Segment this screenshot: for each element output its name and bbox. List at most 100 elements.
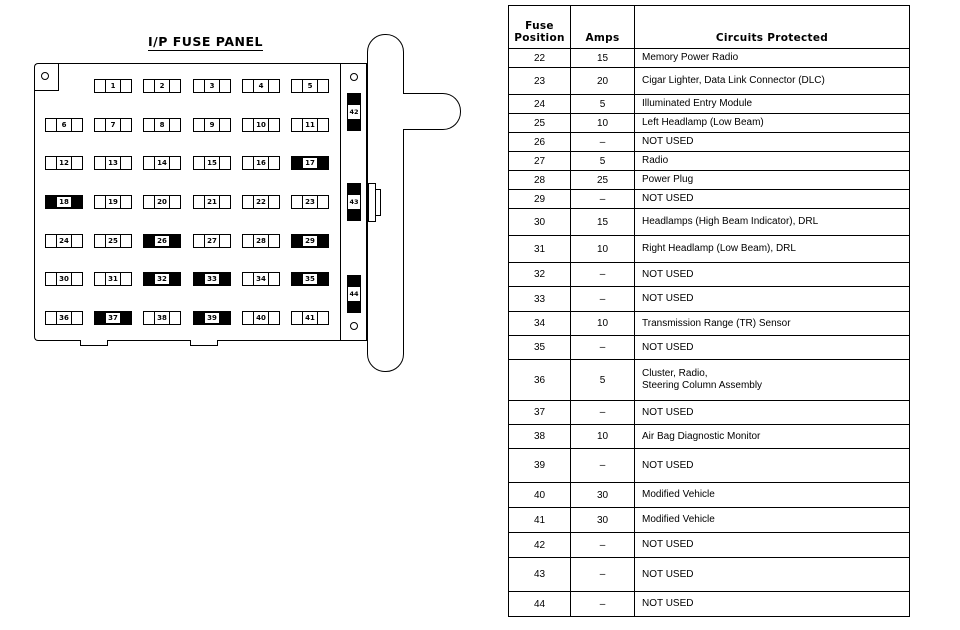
fuse-terminal (46, 157, 57, 169)
fuse-terminal (292, 157, 303, 169)
fuse-23[interactable]: 23 (291, 195, 329, 209)
fuse-28[interactable]: 28 (242, 234, 280, 248)
fuse-12[interactable]: 12 (45, 156, 83, 170)
fuse-terminal (317, 273, 328, 285)
fuse-43[interactable]: 43 (347, 183, 361, 221)
fuse-terminal (194, 157, 205, 169)
table-row: 28 25 Power Plug (508, 170, 910, 190)
fuse-42[interactable]: 42 (347, 93, 361, 131)
fuse-terminal (71, 157, 82, 169)
fuse-35[interactable]: 35 (291, 272, 329, 286)
fuse-label: 5 (307, 82, 313, 90)
fuse-terminal (144, 235, 155, 247)
fuse-terminal (317, 119, 328, 131)
fuse-label: 29 (303, 236, 317, 246)
circuits-cell: Power Plug (634, 170, 910, 190)
fuse-label: 22 (256, 198, 266, 206)
circuit-text: Cigar Lighter, Data Link Connector (DLC) (642, 75, 825, 86)
fuse-18[interactable]: 18 (45, 195, 83, 209)
fuse-10[interactable]: 10 (242, 118, 280, 132)
fuse-41[interactable]: 41 (291, 311, 329, 325)
panel-tab (190, 340, 218, 346)
fuse-position-cell: 30 (508, 208, 571, 236)
fuse-6[interactable]: 6 (45, 118, 83, 132)
fuse-label: 24 (59, 237, 69, 245)
amps-cell: 10 (570, 311, 635, 336)
fuse-label: 1 (110, 82, 116, 90)
fuse-24[interactable]: 24 (45, 234, 83, 248)
circuits-cell: Memory Power Radio (634, 48, 910, 68)
fuse-9[interactable]: 9 (193, 118, 231, 132)
fuse-19[interactable]: 19 (94, 195, 132, 209)
fuse-11[interactable]: 11 (291, 118, 329, 132)
table-row: 44– NOT USED (508, 591, 910, 617)
fuse-36[interactable]: 36 (45, 311, 83, 325)
fuse-38[interactable]: 38 (143, 311, 181, 325)
fuse-40[interactable]: 40 (242, 311, 280, 325)
fuse-21[interactable]: 21 (193, 195, 231, 209)
header-text: Fuse (525, 20, 554, 32)
fuse-terminal (95, 273, 106, 285)
fuse-34[interactable]: 34 (242, 272, 280, 286)
fuse-20[interactable]: 20 (143, 195, 181, 209)
fuse-30[interactable]: 30 (45, 272, 83, 286)
fuse-1[interactable]: 1 (94, 79, 132, 93)
fuse-terminal (219, 235, 230, 247)
fuse-31[interactable]: 31 (94, 272, 132, 286)
fuse-terminal (46, 235, 57, 247)
fuse-terminal (243, 312, 254, 324)
circuit-text: Steering Column Assembly (642, 380, 763, 391)
circuits-cell: Air Bag Diagnostic Monitor (634, 424, 910, 449)
fuse-position-cell: 43 (508, 557, 571, 592)
amps-cell: 15 (570, 48, 635, 68)
fuse-15[interactable]: 15 (193, 156, 231, 170)
circuit-text: NOT USED (642, 598, 694, 609)
circuits-cell: NOT USED (634, 262, 910, 287)
table-row: 26– NOT USED (508, 132, 910, 152)
fuse-37[interactable]: 37 (94, 311, 132, 325)
fuse-7[interactable]: 7 (94, 118, 132, 132)
fuse-8[interactable]: 8 (143, 118, 181, 132)
fuse-44[interactable]: 44 (347, 275, 361, 313)
fuse-29[interactable]: 29 (291, 234, 329, 248)
fuse-3[interactable]: 3 (193, 79, 231, 93)
fuse-terminal (144, 312, 155, 324)
fuse-position-cell: 22 (508, 48, 571, 68)
fuse-terminal (317, 157, 328, 169)
fuse-terminal (71, 273, 82, 285)
fuse-17[interactable]: 17 (291, 156, 329, 170)
fuse-13[interactable]: 13 (94, 156, 132, 170)
fuse-terminal (95, 119, 106, 131)
fuse-33[interactable]: 33 (193, 272, 231, 286)
amps-cell: – (570, 262, 635, 287)
fuse-panel-diagram: I/P FUSE PANEL 1 2 3 4 5 6 7 8 9 10 11 12 13 14 15 16 17… (0, 0, 480, 380)
fuse-label: 19 (108, 198, 118, 206)
circuit-text: Air Bag Diagnostic Monitor (642, 430, 761, 442)
fuse-26[interactable]: 26 (143, 234, 181, 248)
fuse-terminal (120, 157, 131, 169)
fuse-32[interactable]: 32 (143, 272, 181, 286)
amps-cell: 5 (570, 151, 635, 171)
circuits-cell: Right Headlamp (Low Beam), DRL (634, 235, 910, 263)
fuse-22[interactable]: 22 (242, 195, 280, 209)
fuse-terminal (292, 196, 303, 208)
fuse-label: 11 (305, 121, 315, 129)
fuse-2[interactable]: 2 (143, 79, 181, 93)
fuse-27[interactable]: 27 (193, 234, 231, 248)
fuse-5[interactable]: 5 (291, 79, 329, 93)
fuse-terminal (243, 119, 254, 131)
fuse-terminal (268, 157, 279, 169)
amps-cell: 20 (570, 67, 635, 95)
fuse-terminal (46, 312, 57, 324)
fuse-16[interactable]: 16 (242, 156, 280, 170)
amps-cell: 10 (570, 424, 635, 449)
fuse-terminal (194, 119, 205, 131)
fuse-terminal (46, 273, 57, 285)
fuse-39[interactable]: 39 (193, 311, 231, 325)
fuse-4[interactable]: 4 (242, 79, 280, 93)
fuse-14[interactable]: 14 (143, 156, 181, 170)
fuse-terminal (219, 196, 230, 208)
fuse-25[interactable]: 25 (94, 234, 132, 248)
fuse-table: Fuse Position Amps Circuits Protected 22… (508, 5, 910, 617)
fuse-label: 44 (348, 287, 360, 301)
